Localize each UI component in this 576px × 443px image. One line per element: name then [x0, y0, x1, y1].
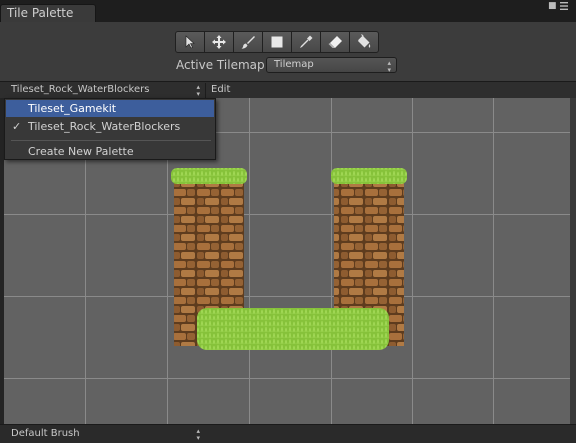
window-title-bar: Tile Palette ■: [0, 0, 576, 22]
palette-dropdown[interactable]: Tileset_Rock_WaterBlockers ▴ ▾: [4, 83, 204, 98]
updown-arrows-icon: ▴ ▾: [387, 59, 391, 74]
brush-bar: Default Brush ▴ ▾: [0, 424, 576, 443]
rectangle-icon: [271, 36, 283, 48]
brush-name: Default Brush: [11, 428, 80, 439]
brush-icon: [241, 36, 255, 49]
active-tilemap-label: Active Tilemap: [176, 58, 265, 72]
palette-selected-name: Tileset_Rock_WaterBlockers: [11, 84, 150, 95]
dropdown-item-label: Tileset_Rock_WaterBlockers: [28, 120, 181, 133]
arrow-cursor-icon: [185, 35, 195, 49]
dropdown-item-tileset-rock-waterblockers[interactable]: ✓ Tileset_Rock_WaterBlockers: [6, 118, 214, 135]
active-tilemap-dropdown[interactable]: Tilemap ▴ ▾: [266, 57, 397, 74]
dropdown-item-label: Tileset_Gamekit: [28, 102, 117, 115]
updown-arrows-icon: ▴ ▾: [196, 427, 200, 442]
brush-dropdown[interactable]: Default Brush ▴ ▾: [4, 427, 204, 442]
select-tool-button[interactable]: [175, 31, 205, 53]
menu-divider: [11, 140, 211, 141]
pin-icon[interactable]: ■: [548, 1, 557, 11]
active-tilemap-value: Tilemap: [274, 59, 314, 70]
erase-tool-button[interactable]: [320, 31, 350, 53]
tool-button-group: [175, 31, 379, 53]
palette-dropdown-menu: Tileset_Gamekit ✓ Tileset_Rock_WaterBloc…: [4, 98, 216, 160]
eraser-icon: [328, 36, 342, 48]
create-new-palette-label: Create New Palette: [28, 145, 134, 158]
tab-tile-palette[interactable]: Tile Palette: [0, 4, 96, 22]
paint-bucket-icon: [358, 34, 371, 48]
kebab-menu-icon[interactable]: [558, 0, 570, 15]
check-icon: ✓: [12, 120, 22, 133]
toolbar: Active Tilemap Tilemap ▴ ▾: [0, 22, 576, 81]
dropdown-item-tileset-gamekit[interactable]: Tileset_Gamekit: [6, 100, 214, 117]
eyedropper-icon: [300, 35, 313, 48]
updown-arrows-icon: ▴ ▾: [196, 83, 200, 98]
scrollbar-strip[interactable]: [570, 98, 576, 424]
create-new-palette-item[interactable]: Create New Palette: [6, 143, 214, 160]
edit-palette-button[interactable]: Edit: [205, 83, 235, 98]
fill-tool-button[interactable]: [349, 31, 379, 53]
tab-title: Tile Palette: [7, 6, 74, 20]
move-tool-button[interactable]: [204, 31, 234, 53]
palette-header-bar: Tileset_Rock_WaterBlockers ▴ ▾ Edit: [0, 81, 576, 98]
move-arrows-icon: [212, 35, 226, 49]
pick-tool-button[interactable]: [291, 31, 321, 53]
box-fill-tool-button[interactable]: [262, 31, 292, 53]
paint-tool-button[interactable]: [233, 31, 263, 53]
